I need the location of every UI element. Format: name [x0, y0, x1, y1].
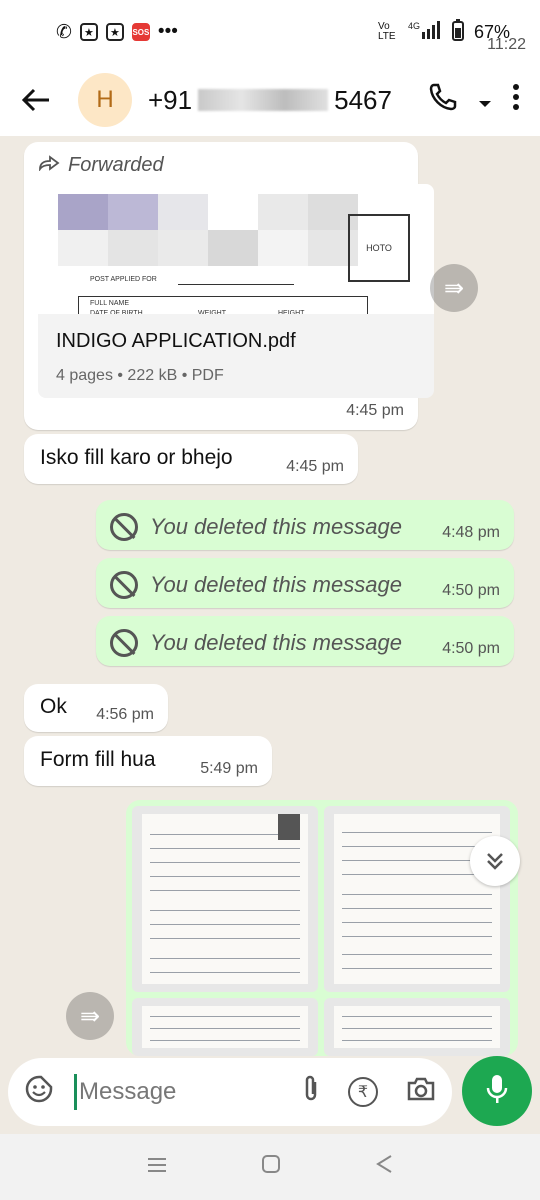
message-time: 4:50 pm [442, 640, 500, 657]
message-text: Isko fill karo or bhejo [40, 446, 233, 469]
forwarded-icon [38, 154, 60, 177]
incoming-message[interactable]: Ok 4:56 pm [24, 684, 168, 732]
forward-share-icon[interactable]: ⇛ [66, 992, 114, 1040]
deleted-text: You deleted this message [150, 630, 402, 655]
signal-icon: 4G [408, 20, 442, 45]
message-time: 4:45 pm [346, 402, 404, 419]
redacted-digits [198, 89, 329, 111]
image-thumbnail[interactable] [132, 806, 318, 992]
incoming-message[interactable]: Isko fill karo or bhejo 4:45 pm [24, 434, 358, 484]
deleted-message[interactable]: You deleted this message 4:50 pm [96, 558, 514, 608]
back-nav-icon[interactable] [375, 1154, 393, 1180]
text-cursor [74, 1074, 77, 1110]
payment-icon[interactable]: ₹ [348, 1077, 378, 1107]
message-time: 5:49 pm [200, 760, 258, 777]
svg-text:4G: 4G [408, 21, 420, 31]
mic-button[interactable] [462, 1056, 532, 1126]
recents-icon[interactable] [147, 1154, 167, 1180]
message-input[interactable] [79, 1078, 239, 1106]
chat-header: H +91 5467 [0, 64, 540, 136]
message-composer: ₹ [8, 1058, 452, 1126]
incoming-message[interactable]: Form fill hua 5:49 pm [24, 736, 272, 786]
more-notifications-icon: ••• [157, 21, 178, 42]
deleted-icon [110, 571, 138, 599]
image-thumbnail[interactable] [324, 806, 510, 992]
image-thumbnail[interactable] [324, 998, 510, 1056]
message-time: 4:50 pm [442, 582, 500, 599]
phone-suffix: 5467 [334, 84, 392, 115]
deleted-text: You deleted this message [150, 572, 402, 597]
image-album[interactable] [126, 800, 518, 1056]
app-notification-icon: ★ [79, 23, 98, 41]
deleted-icon [110, 513, 138, 541]
status-time: 11:22 [487, 36, 526, 53]
mic-icon [485, 1073, 509, 1110]
overflow-menu-icon[interactable] [512, 83, 520, 118]
deleted-text: You deleted this message [150, 514, 402, 539]
image-thumbnail[interactable] [132, 998, 318, 1056]
deleted-icon [110, 629, 138, 657]
photo-box: HOTO [348, 214, 410, 282]
camera-icon[interactable] [406, 1076, 436, 1109]
call-icon[interactable] [428, 82, 458, 119]
sos-icon: SOS [131, 23, 150, 41]
volte-icon: Vo LTE [377, 21, 396, 42]
message-time: 4:45 pm [286, 458, 344, 475]
pdf-info[interactable]: INDIGO APPLICATION.pdf 4 pages • 222 kB … [38, 314, 434, 398]
back-arrow-icon[interactable] [0, 64, 72, 136]
message-time: 4:56 pm [96, 706, 154, 723]
message-text: Form fill hua [40, 748, 156, 771]
forwarded-label: Forwarded [68, 154, 164, 176]
message-text: Ok [40, 695, 67, 718]
chat-area[interactable]: Forwarded HOTO POST APPLIED FOR FULL NAM… [0, 136, 540, 1056]
forwarded-row: Forwarded [38, 154, 164, 177]
form-name-label: FULL NAME [90, 300, 130, 307]
whatsapp-status-icon: ✆ [56, 21, 72, 43]
pdf-meta: 4 pages • 222 kB • PDF [56, 367, 224, 384]
battery-icon [451, 18, 464, 46]
deleted-message[interactable]: You deleted this message 4:50 pm [96, 616, 514, 666]
notification-icons: ✆ ★ ★ SOS ••• [56, 21, 178, 44]
app-notification-icon-2: ★ [105, 23, 124, 41]
attach-icon[interactable] [302, 1074, 320, 1111]
contact-name[interactable]: +91 5467 [148, 85, 392, 116]
system-nav-bar [0, 1134, 540, 1200]
call-dropdown-icon[interactable] [478, 85, 492, 116]
status-bar: 11:22 ✆ ★ ★ SOS ••• Vo LTE 4G 67% [0, 0, 540, 64]
pdf-filename: INDIGO APPLICATION.pdf [56, 330, 296, 352]
message-time: 4:48 pm [442, 524, 500, 541]
form-post-label: POST APPLIED FOR [90, 276, 157, 283]
avatar[interactable]: H [78, 73, 132, 127]
forward-share-icon[interactable]: ⇛ [430, 264, 478, 312]
blurred-header [58, 194, 358, 266]
pdf-message-bubble[interactable]: Forwarded HOTO POST APPLIED FOR FULL NAM… [24, 142, 434, 430]
scroll-to-bottom-icon[interactable] [470, 836, 520, 886]
home-icon[interactable] [261, 1154, 281, 1180]
sticker-icon[interactable] [24, 1074, 54, 1111]
phone-prefix: +91 [148, 84, 193, 115]
deleted-message[interactable]: You deleted this message 4:48 pm [96, 500, 514, 550]
